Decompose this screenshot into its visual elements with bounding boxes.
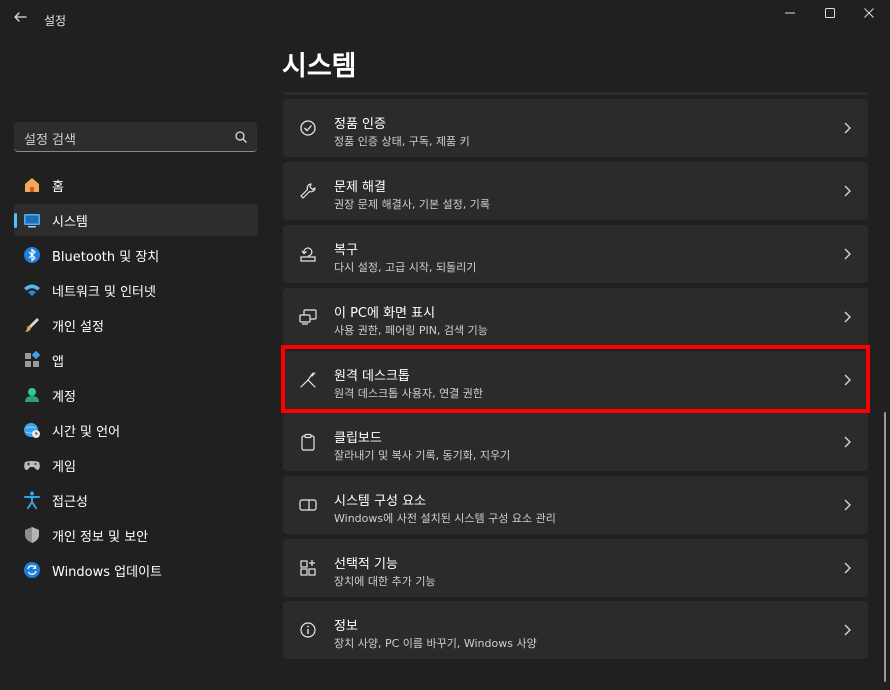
search-icon[interactable]	[234, 130, 248, 144]
back-arrow-icon	[14, 12, 27, 22]
chevron-right-icon	[844, 248, 851, 260]
sidebar-item-home[interactable]: 홈	[14, 169, 258, 201]
sidebar-item-label: 홈	[52, 179, 64, 195]
chevron-right-icon	[844, 499, 851, 511]
chevron-right-icon	[844, 122, 851, 134]
project-icon	[299, 309, 317, 325]
sidebar-item-personalization[interactable]: 개인 설정	[14, 309, 258, 341]
sidebar-item-bluetooth[interactable]: Bluetooth 및 장치	[14, 239, 258, 271]
card-subtitle: 잘라내기 및 복사 기록, 동기화, 지우기	[334, 449, 511, 462]
info-icon	[300, 622, 316, 638]
app-title: 설정	[44, 14, 67, 28]
chevron-right-icon	[844, 624, 851, 636]
sidebar-item-label: 계정	[52, 389, 76, 405]
apps-icon	[22, 350, 42, 370]
chevron-right-icon	[844, 185, 851, 197]
sidebar-item-windows-update[interactable]: Windows 업데이트	[14, 554, 258, 586]
card-title: 문제 해결	[334, 180, 386, 195]
components-icon	[299, 499, 317, 511]
sidebar-item-network[interactable]: 네트워크 및 인터넷	[14, 274, 258, 306]
gamepad-icon	[22, 455, 42, 475]
recovery-icon	[300, 247, 316, 262]
sidebar-item-label: 게임	[52, 459, 76, 475]
sidebar-item-label: 네트워크 및 인터넷	[52, 284, 156, 300]
maximize-button[interactable]	[819, 5, 841, 21]
card-subtitle: 정품 인증 상태, 구독, 제품 키	[334, 135, 470, 148]
card-about[interactable]: 정보 장치 사양, PC 이름 바꾸기, Windows 사양	[283, 601, 868, 659]
update-icon	[22, 560, 42, 580]
sidebar-item-gaming[interactable]: 게임	[14, 449, 258, 481]
nav-list: 홈 시스템 Bluetooth 및 장치 네트워크 및 인터넷 개인 설정 앱 …	[14, 169, 258, 589]
network-icon	[22, 280, 42, 300]
sidebar: 설정 검색 홈 시스템 Bluetooth 및 장치 네트워크 및 인터넷 개인…	[0, 32, 272, 690]
wrench-icon	[300, 183, 316, 199]
globe-clock-icon	[22, 420, 42, 440]
card-title: 시스템 구성 요소	[334, 494, 426, 509]
chevron-right-icon	[844, 436, 851, 448]
card-title: 정품 인증	[334, 117, 386, 132]
minimize-button[interactable]	[779, 5, 801, 21]
card-clipboard[interactable]: 클립보드 잘라내기 및 복사 기록, 동기화, 지우기	[283, 413, 868, 471]
home-icon	[22, 175, 42, 195]
sidebar-item-time-language[interactable]: 시간 및 언어	[14, 414, 258, 446]
check-circle-icon	[300, 120, 316, 136]
shield-icon	[22, 525, 42, 545]
accessibility-icon	[22, 490, 42, 510]
sidebar-item-label: Windows 업데이트	[52, 564, 163, 580]
chevron-right-icon	[844, 311, 851, 323]
card-subtitle: 장치에 대한 추가 기능	[334, 575, 436, 588]
system-icon	[22, 210, 42, 230]
sidebar-item-accounts[interactable]: 계정	[14, 379, 258, 411]
account-icon	[22, 385, 42, 405]
brush-icon	[22, 315, 42, 335]
close-icon	[864, 8, 874, 18]
card-optional-features[interactable]: 선택적 기능 장치에 대한 추가 기능	[283, 539, 868, 597]
sidebar-item-label: 접근성	[52, 494, 88, 510]
card-title: 클립보드	[334, 431, 382, 446]
card-troubleshoot[interactable]: 문제 해결 권장 문제 해결사, 기본 설정, 기록	[283, 162, 868, 220]
back-button[interactable]	[12, 9, 28, 25]
card-title: 복구	[334, 243, 358, 258]
card-activation[interactable]: 정품 인증 정품 인증 상태, 구독, 제품 키	[283, 99, 868, 157]
card-subtitle: 원격 데스크톱 사용자, 연결 권한	[334, 387, 484, 400]
card-subtitle: 사용 권한, 페어링 PIN, 검색 기능	[334, 324, 488, 337]
sidebar-item-apps[interactable]: 앱	[14, 344, 258, 376]
optional-features-icon	[300, 560, 316, 576]
remote-desktop-icon	[300, 372, 316, 388]
search-input[interactable]: 설정 검색	[24, 129, 76, 148]
sidebar-item-accessibility[interactable]: 접근성	[14, 484, 258, 516]
card-title: 정보	[334, 619, 358, 634]
card-subtitle: 다시 설정, 고급 시작, 되돌리기	[334, 261, 477, 274]
title-bar: 설정	[0, 0, 890, 32]
clipboard-icon	[301, 433, 315, 451]
close-button[interactable]	[858, 5, 880, 21]
card-subtitle: 장치 사양, PC 이름 바꾸기, Windows 사양	[334, 637, 537, 650]
scrollbar[interactable]	[884, 412, 886, 682]
sidebar-item-label: 앱	[52, 354, 64, 370]
sidebar-item-label: 시간 및 언어	[52, 424, 121, 440]
sidebar-item-privacy-security[interactable]: 개인 정보 및 보안	[14, 519, 258, 551]
sidebar-item-label: 시스템	[52, 214, 88, 230]
card-subtitle: Windows에 사전 설치된 시스템 구성 요소 관리	[334, 512, 556, 525]
sidebar-item-label: 개인 정보 및 보안	[52, 529, 149, 545]
card-title: 원격 데스크톱	[334, 369, 410, 384]
card-edge	[283, 92, 868, 95]
sidebar-item-label: 개인 설정	[52, 319, 104, 335]
sidebar-item-system[interactable]: 시스템	[14, 204, 258, 236]
page-title: 시스템	[282, 51, 357, 82]
search-box[interactable]: 설정 검색	[14, 122, 257, 152]
card-recovery[interactable]: 복구 다시 설정, 고급 시작, 되돌리기	[283, 225, 868, 283]
sidebar-item-label: Bluetooth 및 장치	[52, 249, 160, 265]
bluetooth-icon	[22, 245, 42, 265]
chevron-right-icon	[844, 562, 851, 574]
chevron-right-icon	[844, 374, 851, 386]
card-title: 이 PC에 화면 표시	[334, 306, 436, 321]
card-subtitle: 권장 문제 해결사, 기본 설정, 기록	[334, 198, 491, 211]
card-project-to-pc[interactable]: 이 PC에 화면 표시 사용 권한, 페어링 PIN, 검색 기능	[283, 288, 868, 346]
card-system-components[interactable]: 시스템 구성 요소 Windows에 사전 설치된 시스템 구성 요소 관리	[283, 476, 868, 534]
maximize-icon	[825, 8, 835, 18]
card-remote-desktop[interactable]: 원격 데스크톱 원격 데스크톱 사용자, 연결 권한	[283, 351, 868, 409]
minimize-icon	[785, 12, 795, 14]
card-title: 선택적 기능	[334, 557, 398, 572]
